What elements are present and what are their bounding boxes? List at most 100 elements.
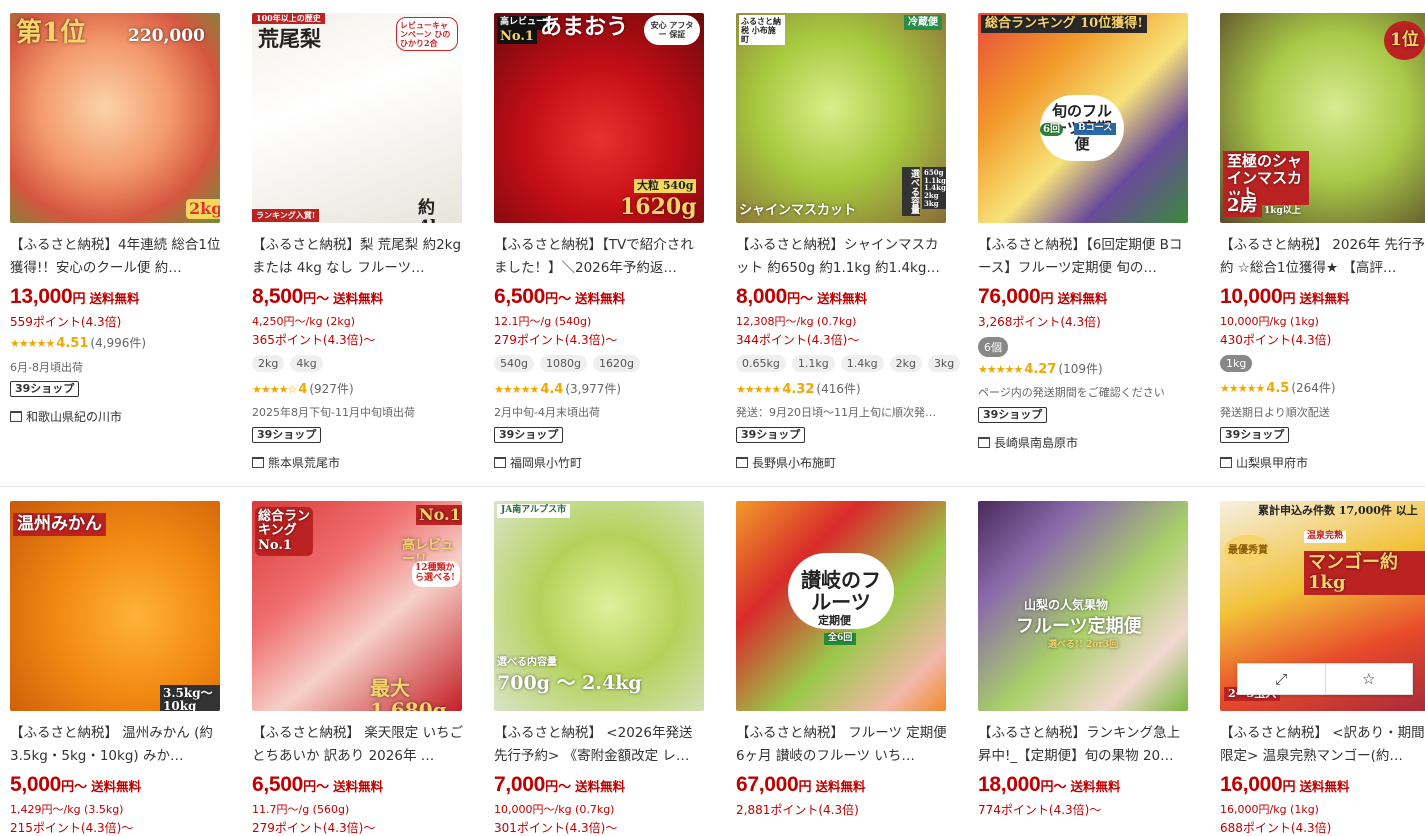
product-card[interactable]: ふるさと納税 小布施町 冷蔵便 シャインマスカット 選べる容量 650g 1.1… bbox=[726, 0, 968, 486]
location[interactable]: 和歌山県紀の川市 bbox=[10, 408, 122, 425]
variant-chip[interactable]: 540g bbox=[494, 355, 534, 372]
variant-chips: 1kg bbox=[1220, 355, 1253, 372]
product-image[interactable]: 1位 至極のシャインマスカット 2房 1kg以上 bbox=[1220, 13, 1425, 223]
price: 76,000円 送料無料 bbox=[978, 285, 1108, 308]
points: 430ポイント(4.3倍) bbox=[1220, 333, 1332, 347]
ship-note: 発送：9月20日頃〜11月上旬に順次発… bbox=[736, 406, 936, 419]
variant-chips: 6個 bbox=[978, 337, 1008, 357]
product-card[interactable]: 第1位 220,000 2kg 【ふるさと納税】4年連続 総合1位獲得!！安心の… bbox=[0, 0, 242, 486]
product-title[interactable]: 【ふるさと納税】 温州みかん (約3.5kg・5kg・10kg) みか… bbox=[10, 722, 222, 768]
product-title[interactable]: 【ふるさと納税】 フルーツ 定期便 6ヶ月 讃岐のフルーツ いち… bbox=[736, 722, 948, 768]
variant-chips: 0.65kg 1.1kg 1.4kg 2kg 3kg bbox=[736, 355, 961, 372]
variant-chip[interactable]: 4kg bbox=[290, 355, 323, 372]
variant-chip[interactable]: 2kg bbox=[252, 355, 285, 372]
price: 18,000円〜 送料無料 bbox=[978, 773, 1121, 796]
product-image[interactable]: 温州みかん 3.5kg〜10kg bbox=[10, 501, 220, 711]
variant-chip[interactable]: 3kg bbox=[927, 355, 961, 372]
product-title[interactable]: 【ふるさと納税】4年連続 総合1位獲得!！安心のクール便 約… bbox=[10, 234, 222, 280]
ship-note: 2月中旬-4月末頃出荷 bbox=[494, 406, 600, 419]
variant-chip[interactable]: 0.65kg bbox=[736, 355, 786, 372]
product-title[interactable]: 【ふるさと納税】シャインマスカット 約650g 約1.1kg 約1.4kg… bbox=[736, 234, 948, 280]
variant-chip[interactable]: 2kg bbox=[889, 355, 922, 372]
shop-icon bbox=[1220, 457, 1232, 468]
rating[interactable]: ★★★★☆ 4 (927件) bbox=[252, 380, 354, 397]
product-title[interactable]: 【ふるさと納税】 <訳あり・期間限定> 温泉完熟マンゴー(約… bbox=[1220, 722, 1425, 768]
location[interactable]: 長野県小布施町 bbox=[736, 454, 836, 471]
rating[interactable]: ★★★★★ 4.51 (4,996件) bbox=[10, 334, 146, 351]
shop-tag: 39ショップ bbox=[10, 381, 80, 397]
shop-icon bbox=[252, 457, 264, 468]
unit-price: 1,429円〜/kg (3.5kg) bbox=[10, 803, 124, 816]
product-image[interactable]: 山梨の人気果物 フルーツ定期便 選べる!! 2or3回 bbox=[978, 501, 1188, 711]
product-card[interactable]: 100年以上の歴史 荒尾梨 レビューキャンペーン ひのひかり2合 ランキング入賞… bbox=[242, 0, 484, 486]
shop-tag: 39ショップ bbox=[252, 427, 322, 443]
product-title[interactable]: 【ふるさと納税】 <2026年発送 先行予約> 《寄附金額改定 レ… bbox=[494, 722, 706, 768]
product-row-2: 温州みかん 3.5kg〜10kg 【ふるさと納税】 温州みかん (約3.5kg・… bbox=[0, 488, 1425, 835]
product-title[interactable]: 【ふるさと納税】【6回定期便 Bコース】フルーツ定期便 旬の… bbox=[978, 234, 1190, 280]
product-image[interactable]: 第1位 220,000 2kg bbox=[10, 13, 220, 223]
variant-chip[interactable]: 6個 bbox=[978, 337, 1008, 357]
star-icon[interactable]: ☆ bbox=[1326, 664, 1413, 694]
product-title[interactable]: 【ふるさと納税】梨 荒尾梨 約2kg または 4kg なし フルーツ… bbox=[252, 234, 464, 280]
product-card[interactable]: 温州みかん 3.5kg〜10kg 【ふるさと納税】 温州みかん (約3.5kg・… bbox=[0, 488, 242, 835]
product-title[interactable]: 【ふるさと納税】 楽天限定 いちご とちあいか 訳あり 2026年 … bbox=[252, 722, 464, 768]
location[interactable]: 長崎県南島原市 bbox=[978, 434, 1078, 451]
location[interactable]: 福岡県小竹町 bbox=[494, 454, 582, 471]
variant-chip[interactable]: 1.1kg bbox=[791, 355, 835, 372]
variant-chip[interactable]: 1.4kg bbox=[840, 355, 884, 372]
product-image[interactable]: ふるさと納税 小布施町 冷蔵便 シャインマスカット 選べる容量 650g 1.1… bbox=[736, 13, 946, 223]
ship-note: 2025年8月下旬-11月中旬頃出荷 bbox=[252, 406, 415, 419]
points: 301ポイント(4.3倍)〜 bbox=[494, 821, 618, 835]
product-title[interactable]: 【ふるさと納税】ランキング急上昇中!_【定期便】旬の果物 20… bbox=[978, 722, 1190, 768]
product-image[interactable]: 総合ランキング 10位獲得! 旬のフルーツ定期便 6回 Bコース bbox=[978, 13, 1188, 223]
shop-tag: 39ショップ bbox=[494, 427, 564, 443]
product-row-1: 第1位 220,000 2kg 【ふるさと納税】4年連続 総合1位獲得!！安心の… bbox=[0, 0, 1425, 487]
product-title[interactable]: 【ふるさと納税】 2026年 先行予約 ☆総合1位獲得★ 【高評… bbox=[1220, 234, 1425, 280]
product-card[interactable]: 総合ランキング No.1 No.1 高レビュー!! 12種類から選べる! 最大 … bbox=[242, 488, 484, 835]
product-image[interactable]: JA南アルプス市 選べる内容量 700g 〜 2.4kg bbox=[494, 501, 704, 711]
location[interactable]: 熊本県荒尾市 bbox=[252, 454, 340, 471]
variant-chip[interactable]: 1kg bbox=[1220, 355, 1253, 372]
variant-chip[interactable]: 1080g bbox=[539, 355, 587, 372]
product-card[interactable]: 讃岐のフルーツ 定期便 全6回 【ふるさと納税】 フルーツ 定期便 6ヶ月 讃岐… bbox=[726, 488, 968, 827]
product-card[interactable]: JA南アルプス市 選べる内容量 700g 〜 2.4kg 【ふるさと納税】 <2… bbox=[484, 488, 726, 835]
unit-price: 11.7円〜/g (560g) bbox=[252, 803, 350, 816]
price: 6,500円〜 送料無料 bbox=[252, 773, 384, 796]
variant-chips: 2kg 4kg bbox=[252, 355, 323, 372]
product-title[interactable]: 【ふるさと納税】【TVで紹介されました！】＼2026年予約返… bbox=[494, 234, 706, 280]
unit-price: 12,308円〜/kg (0.7kg) bbox=[736, 315, 857, 328]
unit-price: 12.1円〜/g (540g) bbox=[494, 315, 592, 328]
product-card[interactable]: 山梨の人気果物 フルーツ定期便 選べる!! 2or3回 【ふるさと納税】ランキン… bbox=[968, 488, 1210, 827]
price: 5,000円〜 送料無料 bbox=[10, 773, 142, 796]
price: 6,500円〜 送料無料 bbox=[494, 285, 626, 308]
rating[interactable]: ★★★★★ 4.4 (3,977件) bbox=[494, 380, 621, 397]
points: 2,881ポイント(4.3倍) bbox=[736, 803, 859, 817]
product-card[interactable]: 高レビュー! No.1 あまおう 安心 アフター 保証 大粒 540g 1620… bbox=[484, 0, 726, 486]
ship-note: 6月-8月頃出荷 bbox=[10, 361, 83, 374]
unit-price: 16,000円/kg (1kg) bbox=[1220, 803, 1319, 816]
rating[interactable]: ★★★★★ 4.5 (264件) bbox=[1220, 379, 1336, 396]
variant-chip[interactable]: 1620g bbox=[592, 355, 640, 372]
shop-tag: 39ショップ bbox=[736, 427, 806, 443]
image-hover-actions: ⤢ ☆ bbox=[1237, 663, 1413, 695]
product-image[interactable]: 讃岐のフルーツ 定期便 全6回 bbox=[736, 501, 946, 711]
price: 8,000円〜 送料無料 bbox=[736, 285, 868, 308]
rating[interactable]: ★★★★★ 4.27 (109件) bbox=[978, 360, 1103, 377]
product-card[interactable]: 1位 至極のシャインマスカット 2房 1kg以上 【ふるさと納税】 2026年 … bbox=[1210, 0, 1425, 486]
expand-icon[interactable]: ⤢ bbox=[1238, 664, 1326, 694]
location[interactable]: 山梨県甲府市 bbox=[1220, 454, 1308, 471]
product-image[interactable]: 高レビュー! No.1 あまおう 安心 アフター 保証 大粒 540g 1620… bbox=[494, 13, 704, 223]
shop-icon bbox=[494, 457, 506, 468]
star-rating-icon: ★★★★★ bbox=[736, 383, 781, 396]
product-card[interactable]: 累計申込み件数 17,000件 以上 最優秀賞 温泉完熟 マンゴー約1kg 2〜… bbox=[1210, 488, 1425, 835]
points: 279ポイント(4.3倍)〜 bbox=[494, 333, 618, 347]
price: 67,000円 送料無料 bbox=[736, 773, 866, 796]
points: 215ポイント(4.3倍)〜 bbox=[10, 821, 134, 835]
price: 7,000円〜 送料無料 bbox=[494, 773, 626, 796]
star-rating-icon: ★★★★★ bbox=[494, 383, 539, 396]
product-image[interactable]: 総合ランキング No.1 No.1 高レビュー!! 12種類から選べる! 最大 … bbox=[252, 501, 462, 711]
unit-price: 4,250円〜/kg (2kg) bbox=[252, 315, 355, 328]
rating[interactable]: ★★★★★ 4.32 (416件) bbox=[736, 380, 861, 397]
product-card[interactable]: 総合ランキング 10位獲得! 旬のフルーツ定期便 6回 Bコース 【ふるさと納税… bbox=[968, 0, 1210, 486]
product-image[interactable]: 100年以上の歴史 荒尾梨 レビューキャンペーン ひのひかり2合 ランキング入賞… bbox=[252, 13, 462, 223]
